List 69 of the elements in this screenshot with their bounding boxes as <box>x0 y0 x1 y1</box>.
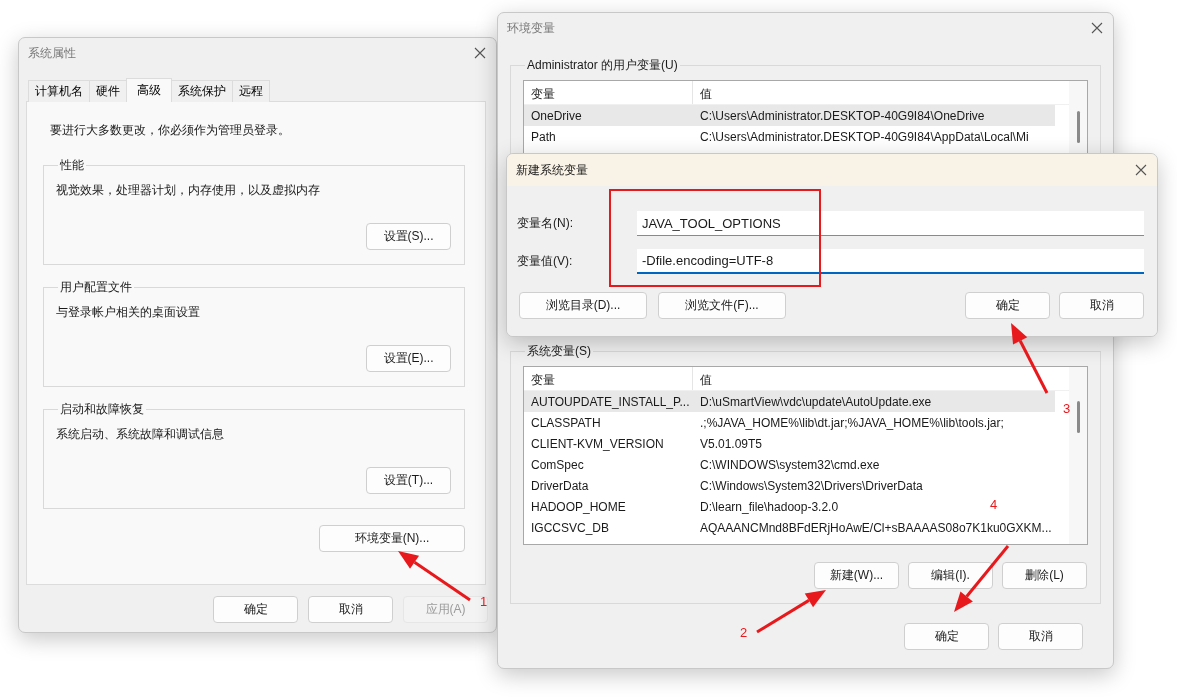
field-label: 变量值(V): <box>517 253 574 270</box>
tab[interactable]: 计算机名 <box>28 80 90 102</box>
variable-value[interactable]: AQAAANCMnd8BFdERjHoAwE/Cl+sBAAAAS08o7K1ku0GXKM... <box>693 517 1052 538</box>
close-icon[interactable] <box>1091 22 1103 34</box>
arrow-annotation <box>756 590 826 634</box>
column-header[interactable]: 变量 <box>524 81 693 104</box>
arrow-annotation <box>954 545 1010 612</box>
variable-name[interactable]: DriverData <box>524 475 693 496</box>
environment-variables-button[interactable]: 环境变量(N)... <box>319 525 465 552</box>
close-icon[interactable] <box>474 47 486 59</box>
window-title: 新建系统变量 <box>516 161 588 179</box>
column-header[interactable]: 值 <box>693 81 1069 104</box>
notice-text: 要进行大多数更改，你必须作为管理员登录。 <box>50 122 291 139</box>
column-header[interactable]: 值 <box>693 367 1069 390</box>
input-field[interactable]: -Dfile.encoding=UTF-8 <box>637 249 1144 274</box>
group-title: 系统变量(S) <box>526 343 592 360</box>
variable-value[interactable]: C:\Users\Administrator.DESKTOP-40G9I84\OneDrive <box>693 105 1055 126</box>
step-number: 1 <box>480 594 488 609</box>
variable-name[interactable]: AUTOUPDATE_INSTALL_P... <box>524 391 693 412</box>
scrollbar[interactable] <box>1069 367 1087 544</box>
dialog-button[interactable]: 取消 <box>1059 292 1144 319</box>
variable-value[interactable]: C:\Users\Administrator.DESKTOP-40G9I84\AppData\Local\Mi <box>693 126 1029 147</box>
browse-button[interactable]: 浏览目录(D)... <box>519 292 647 319</box>
dialog-button[interactable]: 取消 <box>998 623 1083 650</box>
variable-name[interactable]: ComSpec <box>524 454 693 475</box>
settings-button[interactable]: 设置(E)... <box>366 345 451 372</box>
column-header[interactable]: 变量 <box>524 367 693 390</box>
close-icon[interactable] <box>1135 164 1147 176</box>
dialog-button[interactable]: 确定 <box>965 292 1050 319</box>
input-field[interactable]: JAVA_TOOL_OPTIONS <box>637 211 1144 236</box>
tab[interactable]: 高级 <box>126 78 172 102</box>
step-number: 2 <box>740 625 748 640</box>
step-number: 3 <box>1063 401 1071 416</box>
list-action-button[interactable]: 编辑(I). <box>908 562 993 589</box>
settings-button[interactable]: 设置(S)... <box>366 223 451 250</box>
group-title: 启动和故障恢复 <box>59 401 145 418</box>
group-title: 性能 <box>59 157 85 174</box>
window-title: 环境变量 <box>507 19 555 37</box>
dialog-button[interactable]: 取消 <box>308 596 393 623</box>
group-description: 与登录帐户相关的桌面设置 <box>56 304 201 321</box>
dialog-button[interactable]: 确定 <box>213 596 298 623</box>
variable-value[interactable]: C:\WINDOWS\system32\cmd.exe <box>693 454 880 475</box>
variable-value[interactable]: D:\learn_file\hadoop-3.2.0 <box>693 496 839 517</box>
browse-button[interactable]: 浏览文件(F)... <box>658 292 786 319</box>
window-title: 系统属性 <box>28 44 76 62</box>
tab[interactable]: 系统保护 <box>171 80 233 102</box>
variable-name[interactable]: CLASSPATH <box>524 412 693 433</box>
variable-value[interactable]: V5.01.09T5 <box>693 433 763 454</box>
settings-button[interactable]: 设置(T)... <box>366 467 451 494</box>
field-label: 变量名(N): <box>517 215 574 232</box>
variable-name[interactable]: IGCCSVC_DB <box>524 517 693 538</box>
variable-value[interactable]: D:\uSmartView\vdc\update\AutoUpdate.exe <box>693 391 1055 412</box>
group-description: 系统启动、系统故障和调试信息 <box>56 426 225 443</box>
variable-value[interactable]: C:\Windows\System32\Drivers\DriverData <box>693 475 923 496</box>
group-title: Administrator 的用户变量(U) <box>526 57 679 74</box>
list-action-button[interactable]: 新建(W)... <box>814 562 899 589</box>
variable-name[interactable]: OneDrive <box>524 105 693 126</box>
variable-name[interactable]: HADOOP_HOME <box>524 496 693 517</box>
list-action-button[interactable]: 删除(L) <box>1002 562 1087 589</box>
variable-name[interactable]: CLIENT-KVM_VERSION <box>524 433 693 454</box>
variable-name[interactable]: Path <box>524 126 693 147</box>
arrow-annotation <box>1011 323 1049 394</box>
step-number: 4 <box>990 497 998 512</box>
group-description: 视觉效果，处理器计划，内存使用，以及虚拟内存 <box>56 182 321 199</box>
dialog-button[interactable]: 确定 <box>904 623 989 650</box>
group-title: 用户配置文件 <box>59 279 133 296</box>
tab[interactable]: 远程 <box>232 80 270 102</box>
tab[interactable]: 硬件 <box>89 80 127 102</box>
variable-value[interactable]: .;%JAVA_HOME%\lib\dt.jar;%JAVA_HOME%\lib\tools.jar; <box>693 412 1004 433</box>
